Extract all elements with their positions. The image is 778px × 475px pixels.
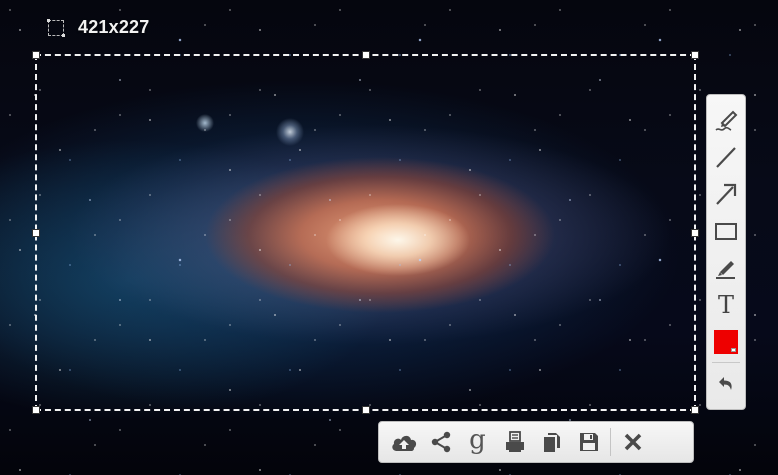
- rectangle-tool-button[interactable]: [709, 212, 743, 249]
- resize-handle-right[interactable]: [691, 228, 699, 237]
- upload-button[interactable]: [385, 424, 422, 460]
- print-icon: [505, 431, 524, 452]
- arrow-tool-button[interactable]: [709, 175, 743, 212]
- resize-handle-top[interactable]: [361, 51, 370, 59]
- palette-divider: [712, 362, 740, 363]
- screenshot-canvas: 421x227 T g: [0, 0, 778, 475]
- drawing-tool-palette: T: [706, 94, 746, 410]
- freehand-pen-button[interactable]: [709, 101, 743, 138]
- marker-icon: [716, 260, 735, 279]
- resize-handle-left[interactable]: [32, 228, 40, 237]
- rectangle-icon: [715, 222, 737, 240]
- arrow-icon: [716, 183, 737, 205]
- cloud-upload-icon: [391, 435, 416, 451]
- google-search-button[interactable]: g: [459, 424, 496, 460]
- resize-handle-bottom-right[interactable]: [691, 406, 699, 414]
- color-swatch: [714, 329, 738, 354]
- color-picker-button[interactable]: [709, 323, 743, 360]
- close-button[interactable]: [614, 424, 651, 460]
- capture-selection[interactable]: [32, 51, 699, 414]
- crop-area-icon: [47, 18, 65, 37]
- line-icon: [716, 146, 736, 168]
- pen-squiggle-icon: [715, 110, 738, 131]
- save-icon: [579, 433, 598, 451]
- text-icon: T: [717, 290, 734, 319]
- resize-handle-bottom[interactable]: [361, 406, 370, 414]
- copy-button[interactable]: [533, 424, 570, 460]
- resize-handle-top-right[interactable]: [691, 51, 699, 59]
- line-tool-button[interactable]: [709, 138, 743, 175]
- highlighter-tool-button[interactable]: [709, 249, 743, 286]
- undo-icon: [719, 376, 732, 390]
- share-button[interactable]: [422, 424, 459, 460]
- google-g-icon: g: [469, 425, 486, 455]
- resize-handle-bottom-left[interactable]: [32, 406, 40, 414]
- selection-size-label: 421x227: [78, 17, 150, 37]
- copy-icon: [543, 433, 560, 452]
- share-icon: [431, 431, 450, 453]
- capture-action-bar: g: [378, 421, 694, 463]
- selection-size-indicator: 421x227: [47, 17, 150, 38]
- save-button[interactable]: [570, 424, 607, 460]
- text-tool-button[interactable]: T: [709, 286, 743, 323]
- resize-handle-top-left[interactable]: [32, 51, 40, 59]
- print-button[interactable]: [496, 424, 533, 460]
- close-icon: [624, 433, 641, 451]
- action-divider: [610, 428, 611, 456]
- undo-button[interactable]: [709, 365, 743, 402]
